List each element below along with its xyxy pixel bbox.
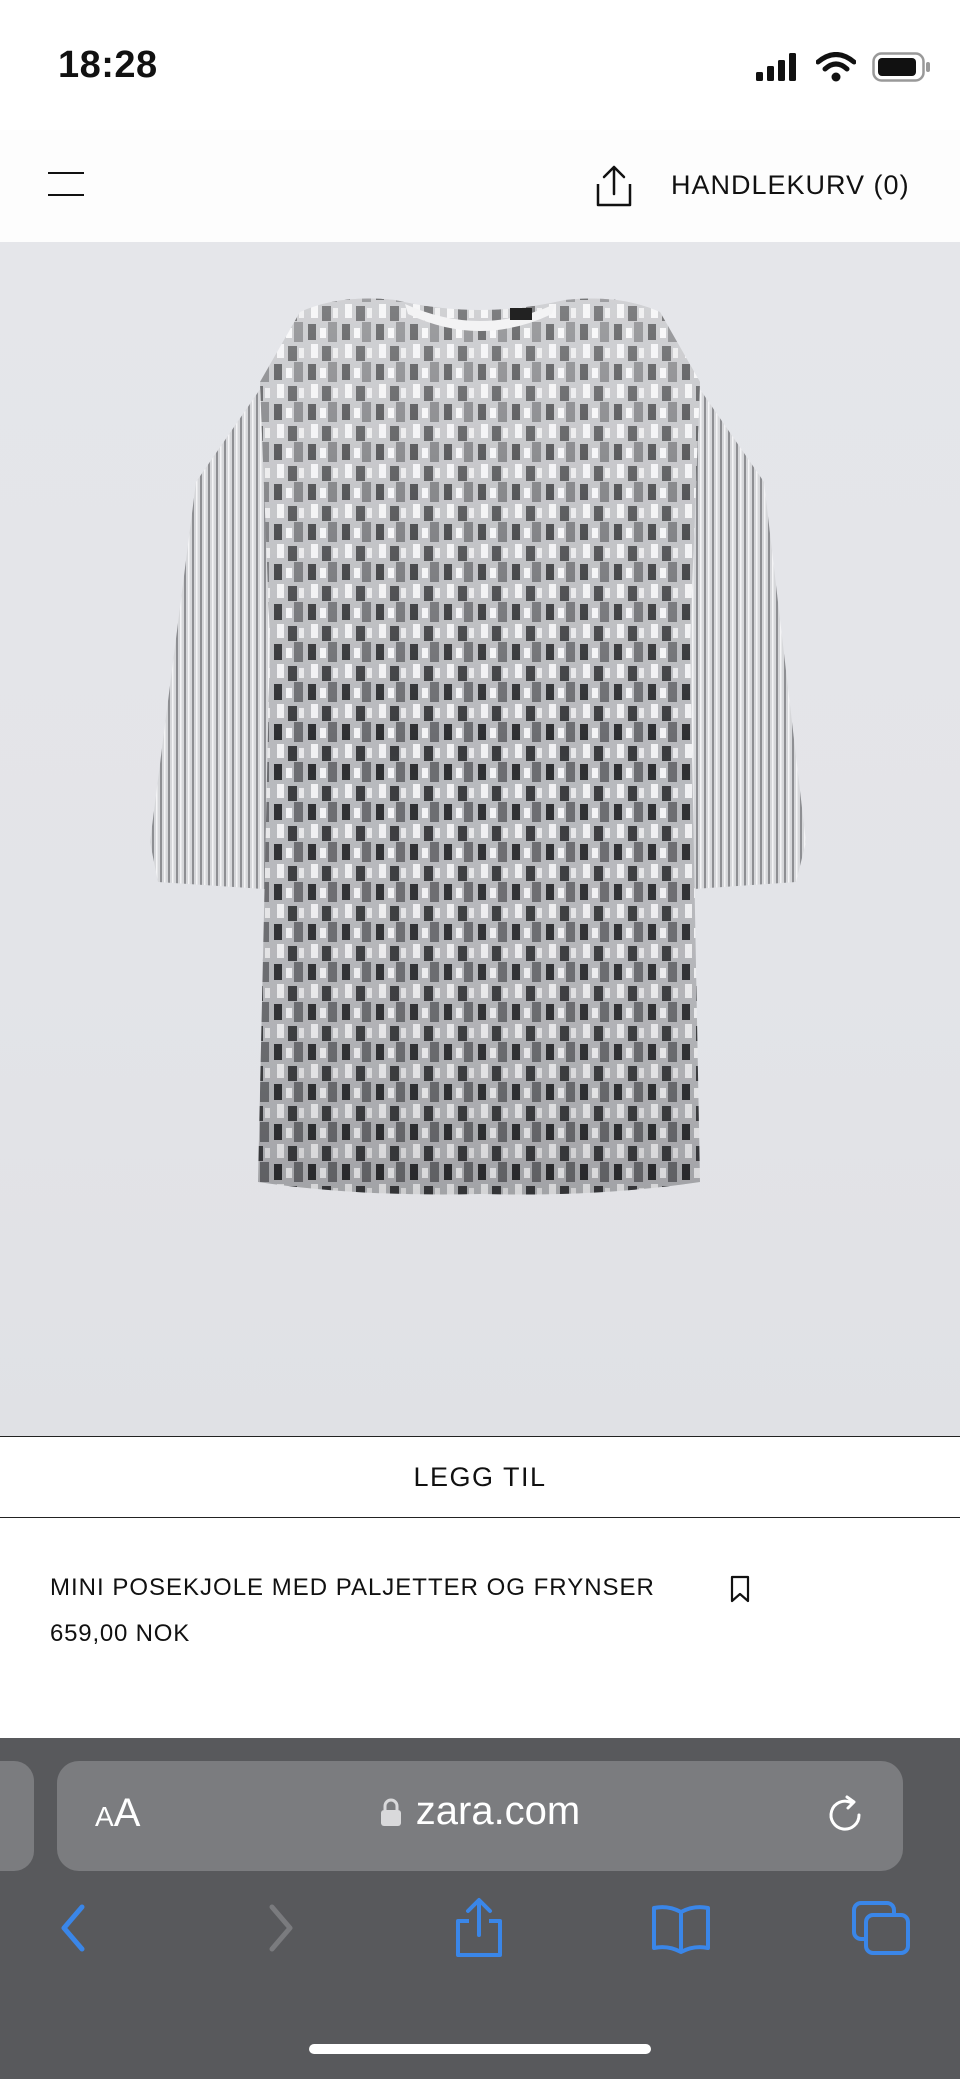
forward-button[interactable] — [246, 1893, 316, 1963]
url-display: zara.com — [57, 1789, 903, 1834]
menu-icon-line — [48, 194, 84, 196]
product-name: MINI POSEKJOLE MED PALJETTER OG FRYNSER — [50, 1574, 655, 1601]
bookmarks-icon — [652, 1905, 710, 1954]
home-indicator — [309, 2044, 651, 2054]
back-button[interactable] — [38, 1893, 108, 1963]
brand-tag — [510, 308, 532, 320]
previous-tab-peek[interactable] — [0, 1761, 34, 1871]
back-icon — [61, 1904, 85, 1952]
status-icons — [756, 52, 932, 82]
url-bar[interactable]: AA zara.com — [57, 1761, 903, 1871]
menu-button[interactable] — [48, 170, 86, 204]
bookmarks-button[interactable] — [646, 1893, 716, 1963]
browser-nav-row — [0, 1893, 960, 1973]
product-image[interactable] — [0, 242, 960, 1437]
lock-icon — [380, 1798, 401, 1826]
browser-toolbar: AA zara.com — [0, 1738, 960, 2079]
add-to-cart-button[interactable]: LEGG TIL — [0, 1436, 960, 1518]
status-time: 18:28 — [58, 44, 158, 86]
cart-link[interactable]: HANDLEKURV (0) — [671, 170, 910, 201]
menu-icon — [48, 172, 84, 174]
status-bar: 18:28 — [0, 0, 960, 130]
bookmark-icon[interactable] — [728, 1574, 752, 1604]
site-header: HANDLEKURV (0) — [0, 130, 960, 242]
share-icon — [456, 1898, 502, 1957]
signal-icon — [756, 53, 796, 81]
share-button[interactable] — [444, 1893, 514, 1963]
tabs-icon — [852, 1901, 910, 1955]
product-price: 659,00 NOK — [50, 1620, 191, 1647]
dress-illustration — [150, 298, 806, 1195]
reload-icon[interactable] — [823, 1793, 867, 1837]
url-text: zara.com — [415, 1789, 581, 1833]
forward-icon — [269, 1904, 293, 1952]
share-icon[interactable] — [592, 164, 636, 208]
battery-icon — [872, 52, 930, 82]
tabs-button[interactable] — [846, 1893, 916, 1963]
wifi-icon — [816, 52, 856, 82]
